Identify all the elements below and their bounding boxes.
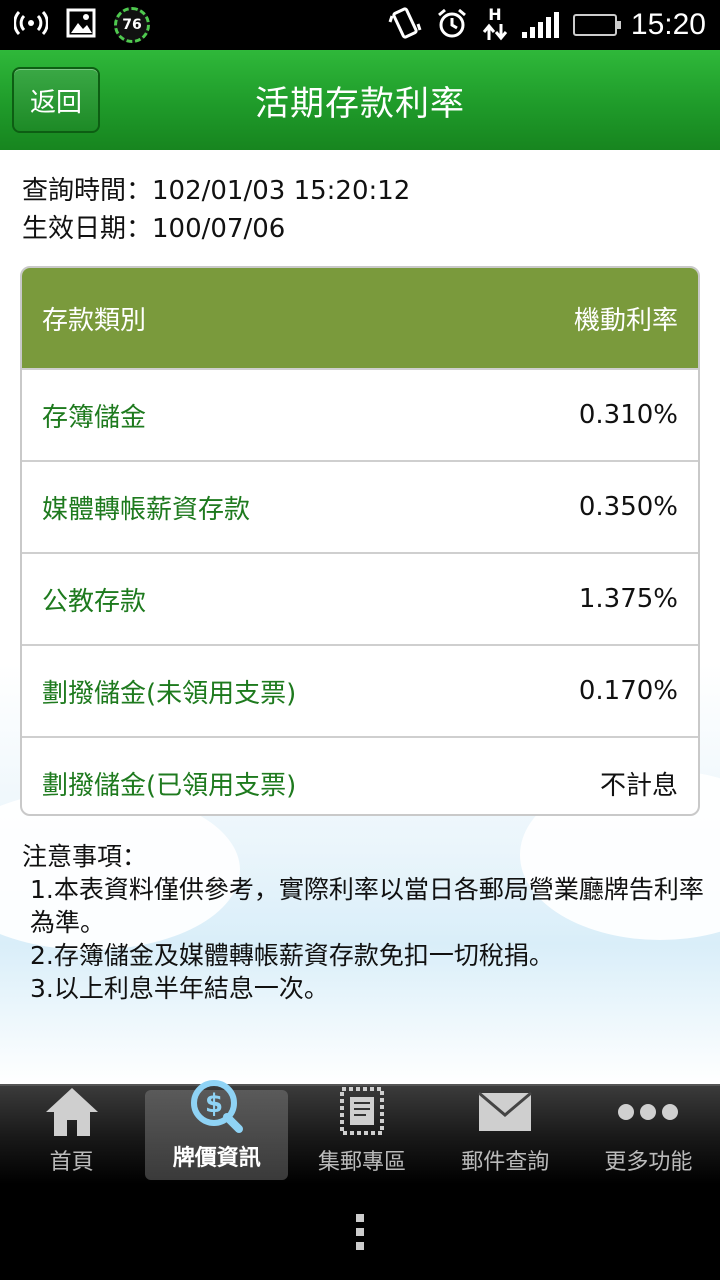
home-icon — [40, 1084, 104, 1138]
table-row: 媒體轉帳薪資存款 0.350% — [22, 460, 698, 552]
back-button[interactable]: 返回 — [12, 67, 100, 133]
deposit-rate: 0.310% — [578, 400, 678, 430]
nav-item-mail-tracking[interactable]: 郵件查詢 — [434, 1086, 577, 1184]
main-content: 查詢時間：102/01/03 15:20:12 生效日期：100/07/06 存… — [0, 150, 720, 1084]
nav-label: 更多功能 — [604, 1150, 693, 1175]
deposit-rate: 0.170% — [578, 676, 678, 706]
system-bar — [0, 1184, 720, 1280]
column-header-rate: 機動利率 — [573, 305, 678, 336]
note-item: 1.本表資料僅供參考，實際利率以當日各郵局營業廳牌告利率為準。 — [30, 875, 704, 937]
clock: 15:20 — [630, 8, 706, 41]
nav-item-home[interactable]: 首頁 — [0, 1086, 143, 1184]
nav-item-rates[interactable]: $ 牌價資訊 — [145, 1080, 289, 1180]
alarm-icon — [436, 7, 468, 44]
stamp-icon — [330, 1084, 394, 1138]
meta-info: 查詢時間：102/01/03 15:20:12 生效日期：100/07/06 — [22, 172, 410, 248]
more-icon — [616, 1086, 680, 1138]
status-bar: 76 H 15:20 — [0, 0, 720, 50]
column-header-type: 存款類別 — [42, 305, 147, 336]
deposit-type: 公教存款 — [42, 586, 147, 617]
image-icon — [66, 8, 96, 43]
nav-label: 集郵專區 — [318, 1150, 407, 1175]
table-row: 劃撥儲金(未領用支票) 0.170% — [22, 644, 698, 736]
nav-label: 牌價資訊 — [172, 1146, 261, 1171]
rate-table: 存款類別 機動利率 存簿儲金 0.310% 媒體轉帳薪資存款 0.350% 公教… — [20, 266, 700, 816]
deposit-type: 存簿儲金 — [42, 402, 147, 433]
header-bar: 返回 活期存款利率 — [0, 50, 720, 150]
deposit-type: 劃撥儲金(未領用支票) — [42, 678, 297, 709]
notes-title: 注意事項： — [22, 842, 148, 871]
deposit-type: 媒體轉帳薪資存款 — [42, 494, 251, 525]
table-row: 劃撥儲金(已領用支票) 不計息 — [22, 736, 698, 814]
data-transfer-icon: H — [482, 5, 508, 42]
bottom-nav: 首頁 $ 牌價資訊 集郵專區 郵件查詢 更多功能 — [0, 1080, 720, 1184]
table-row: 公教存款 1.375% — [22, 552, 698, 644]
notes-section: 注意事項： 1.本表資料僅供參考，實際利率以當日各郵局營業廳牌告利率為準。 2.… — [22, 840, 712, 1005]
table-header: 存款類別 機動利率 — [22, 268, 698, 368]
deposit-type: 劃撥儲金(已領用支票) — [42, 770, 297, 801]
deposit-rate: 1.375% — [578, 584, 678, 614]
badge-icon: 76 — [114, 7, 150, 43]
network-type-label: H — [488, 5, 502, 24]
query-time: 查詢時間：102/01/03 15:20:12 — [22, 176, 411, 206]
nav-label: 首頁 — [49, 1150, 94, 1175]
svg-text:$: $ — [205, 1089, 223, 1119]
dollar-search-icon: $ — [185, 1080, 249, 1134]
signal-icon — [521, 12, 559, 38]
overflow-menu-icon[interactable] — [356, 1214, 364, 1250]
mail-icon — [473, 1086, 537, 1138]
battery-icon — [572, 14, 621, 36]
nav-item-more[interactable]: 更多功能 — [577, 1086, 720, 1184]
vibrate-icon — [388, 6, 422, 45]
note-item: 3.以上利息半年結息一次。 — [30, 974, 329, 1003]
table-row: 存簿儲金 0.310% — [22, 368, 698, 460]
page-title: 活期存款利率 — [255, 83, 465, 124]
nav-item-stamps[interactable]: 集郵專區 — [290, 1086, 433, 1184]
wifi-hotspot-icon — [13, 10, 49, 41]
effective-date: 生效日期：100/07/06 — [22, 214, 286, 244]
note-item: 2.存簿儲金及媒體轉帳薪資存款免扣一切稅捐。 — [30, 941, 554, 970]
nav-label: 郵件查詢 — [461, 1150, 550, 1175]
deposit-rate: 不計息 — [599, 770, 678, 801]
deposit-rate: 0.350% — [578, 492, 678, 522]
